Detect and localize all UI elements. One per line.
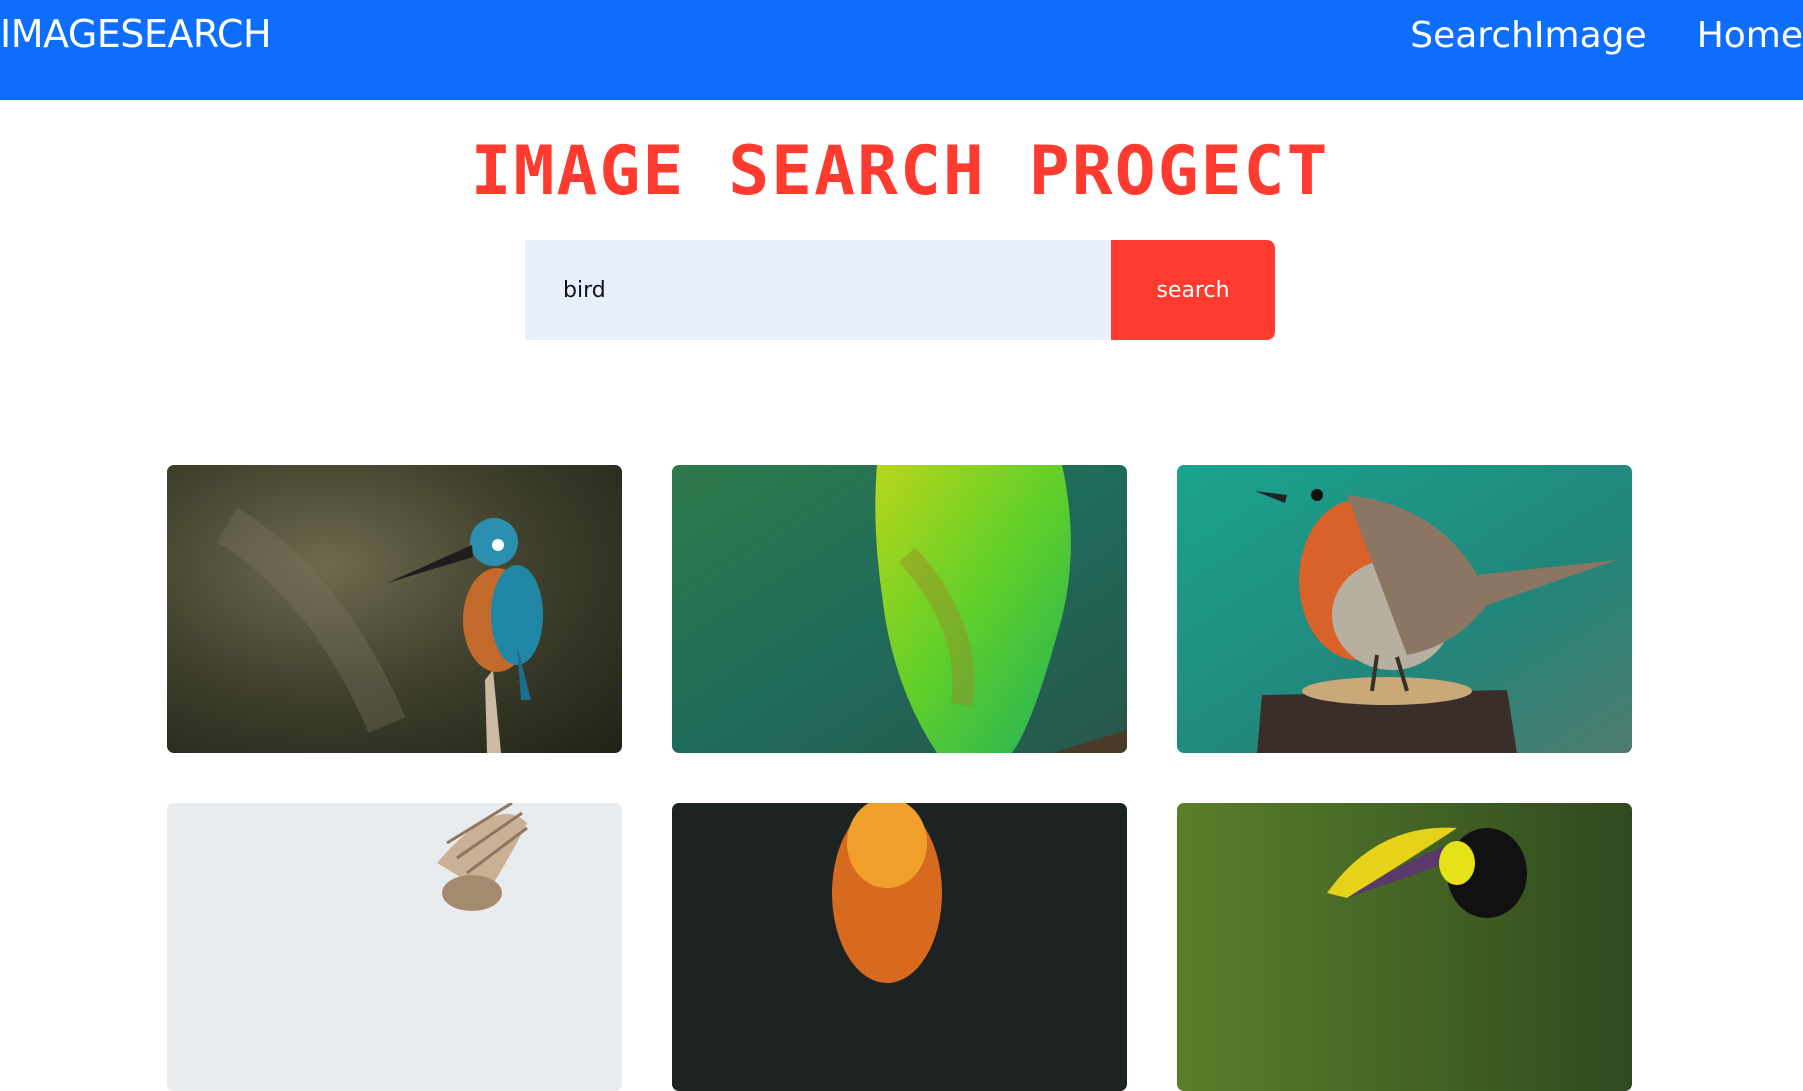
nav-link-searchimage[interactable]: SearchImage: [1410, 14, 1646, 58]
result-image-toucan[interactable]: [1177, 803, 1632, 1091]
result-image-green-parrot[interactable]: [672, 465, 1127, 753]
page-title: IMAGE SEARCH PROGECT: [470, 132, 1330, 211]
navbar: IMAGESEARCH SearchImage Home: [0, 0, 1803, 100]
brand-logo-text[interactable]: IMAGESEARCH: [0, 12, 272, 56]
search-form: search: [525, 240, 1275, 340]
search-input[interactable]: [525, 240, 1111, 340]
results-grid: [167, 465, 1633, 1091]
nav-link-home[interactable]: Home: [1697, 14, 1803, 58]
nav-links: SearchImage Home: [1410, 14, 1803, 58]
result-image-robin[interactable]: [1177, 465, 1632, 753]
result-image-bird-in-flight[interactable]: [167, 803, 622, 1091]
result-image-orange-bird[interactable]: [672, 803, 1127, 1091]
search-button[interactable]: search: [1111, 240, 1275, 340]
result-image-kingfisher[interactable]: [167, 465, 622, 753]
